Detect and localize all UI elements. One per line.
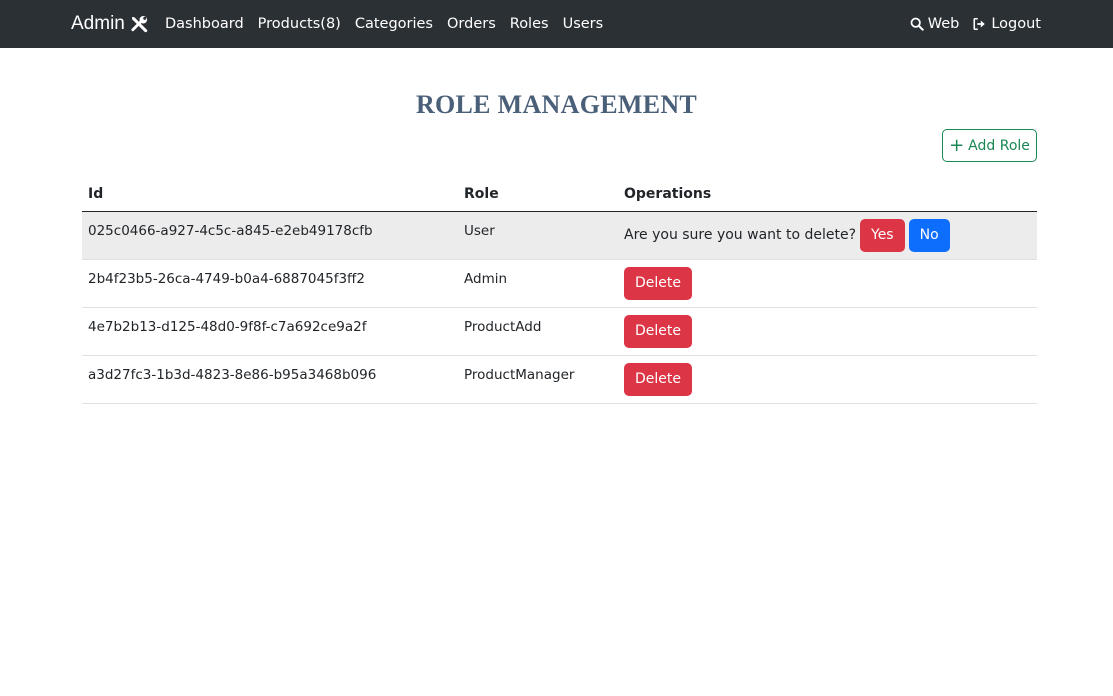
nav-right: Web Logout [897, 14, 1041, 34]
web-label: Web [927, 16, 960, 32]
brand-link[interactable]: Admin [71, 12, 149, 36]
operations-cell: Are you sure you want to delete? Yes No [618, 211, 1037, 260]
role-name-cell: ProductManager [458, 355, 618, 404]
logout-link[interactable]: Logout [972, 14, 1041, 34]
role-name-cell: User [458, 211, 618, 260]
nav-dashboard[interactable]: Dashboard [165, 14, 244, 34]
table-row: a3d27fc3-1b3d-4823-8e86-b95a3468b096 Pro… [82, 355, 1037, 404]
search-icon [910, 17, 924, 31]
add-role-button[interactable]: + Add Role [942, 129, 1037, 162]
add-role-label: Add Role [968, 137, 1030, 154]
nav-products[interactable]: Products(8) [258, 14, 341, 34]
column-header-role: Role [458, 178, 618, 212]
roles-table: Id Role Operations 025c0466-a927-4c5c-a8… [82, 178, 1037, 404]
nav-orders[interactable]: Orders [447, 14, 496, 34]
role-name-cell: Admin [458, 259, 618, 308]
plus-icon: + [949, 134, 965, 156]
web-link[interactable]: Web [910, 14, 960, 34]
role-name-cell: ProductAdd [458, 307, 618, 356]
role-id-cell: 2b4f23b5-26ca-4749-b0a4-6887045f3ff2 [82, 259, 458, 308]
role-id-cell: a3d27fc3-1b3d-4823-8e86-b95a3468b096 [82, 355, 458, 404]
confirm-yes-button[interactable]: Yes [860, 218, 905, 252]
table-row: 2b4f23b5-26ca-4749-b0a4-6887045f3ff2 Adm… [82, 259, 1037, 308]
table-header-row: Id Role Operations [82, 178, 1037, 212]
confirm-no-button[interactable]: No [908, 218, 950, 252]
delete-button[interactable]: Delete [624, 362, 692, 396]
operations-cell: Delete [618, 307, 1037, 356]
top-navbar: Admin Dashboard Products(8) Categories O… [0, 0, 1113, 48]
main-nav: Dashboard Products(8) Categories Orders … [165, 14, 617, 34]
column-header-operations: Operations [618, 178, 1037, 212]
table-row: 025c0466-a927-4c5c-a845-e2eb49178cfb Use… [82, 211, 1037, 260]
operations-cell: Delete [618, 259, 1037, 308]
role-id-cell: 025c0466-a927-4c5c-a845-e2eb49178cfb [82, 211, 458, 260]
brand-label: Admin [71, 13, 125, 34]
delete-confirm-text: Are you sure you want to delete? [624, 227, 856, 243]
page-title: ROLE MANAGEMENT [415, 90, 698, 119]
nav-roles[interactable]: Roles [510, 14, 549, 34]
delete-button[interactable]: Delete [624, 314, 692, 348]
tools-icon [130, 15, 149, 34]
logout-label: Logout [991, 16, 1041, 32]
role-id-cell: 4e7b2b13-d125-48d0-9f8f-c7a692ce9a2f [82, 307, 458, 356]
delete-button[interactable]: Delete [624, 266, 692, 300]
nav-categories[interactable]: Categories [355, 14, 433, 34]
logout-icon [973, 17, 986, 31]
operations-cell: Delete [618, 355, 1037, 404]
nav-users[interactable]: Users [563, 14, 604, 34]
column-header-id: Id [82, 178, 458, 212]
table-row: 4e7b2b13-d125-48d0-9f8f-c7a692ce9a2f Pro… [82, 307, 1037, 356]
